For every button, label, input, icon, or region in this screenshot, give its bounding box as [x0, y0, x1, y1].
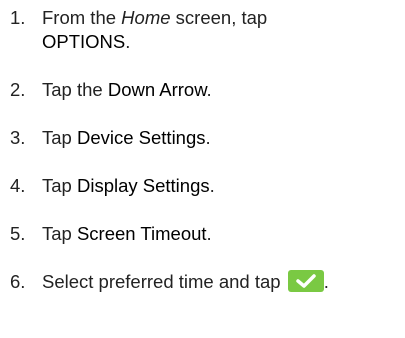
- step-number: 3.: [10, 127, 26, 148]
- display-settings-label: Display Settings: [76, 175, 210, 196]
- step-5: 5. Tap Screen Timeout.: [0, 222, 405, 246]
- step-1: 1. From the Home screen, tap OPTIONS.: [0, 6, 405, 54]
- step-text: .: [205, 127, 211, 148]
- step-text: .: [206, 79, 212, 100]
- down-arrow-label: Down Arrow: [107, 79, 207, 100]
- step-number: 2.: [10, 79, 26, 100]
- step-2: 2. Tap the Down Arrow.: [0, 78, 405, 102]
- step-text: .: [125, 31, 131, 52]
- step-number: 5.: [10, 223, 26, 244]
- check-icon: [287, 270, 324, 292]
- step-text: .: [206, 223, 212, 244]
- step-text: Tap: [42, 127, 77, 148]
- step-text: .: [323, 271, 329, 292]
- screen-timeout-label: Screen Timeout: [76, 223, 207, 244]
- step-text: Tap: [42, 175, 77, 196]
- step-text: Tap the: [42, 79, 108, 100]
- step-number: 4.: [10, 175, 26, 196]
- step-text: Tap: [42, 223, 77, 244]
- options-label: OPTIONS: [42, 31, 126, 52]
- step-number: 1.: [10, 7, 26, 28]
- step-text: From the: [42, 7, 122, 28]
- step-3: 3. Tap Device Settings.: [0, 126, 405, 150]
- step-text: Select preferred time and tap: [42, 271, 286, 292]
- step-4: 4. Tap Display Settings.: [0, 174, 405, 198]
- instruction-steps: 1. From the Home screen, tap OPTIONS. 2.…: [0, 6, 405, 318]
- home-screen-label: Home: [121, 7, 171, 28]
- step-6: 6. Select preferred time and tap .: [0, 270, 405, 294]
- step-text: screen, tap: [170, 7, 268, 28]
- step-text: .: [209, 175, 215, 196]
- device-settings-label: Device Settings: [76, 127, 206, 148]
- step-number: 6.: [10, 271, 26, 292]
